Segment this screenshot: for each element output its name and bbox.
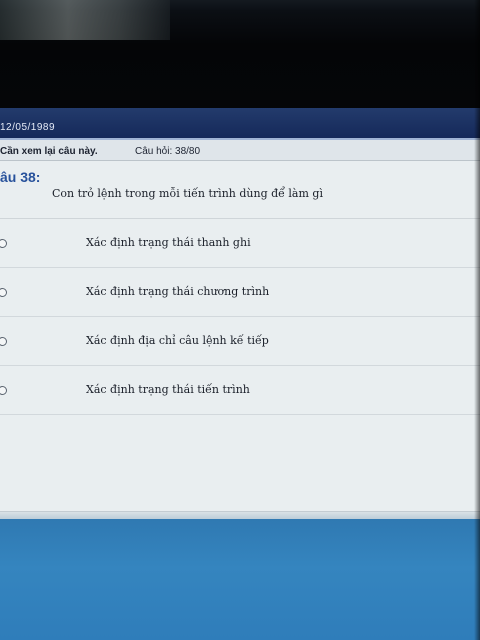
question-text: Con trỏ lệnh trong mỗi tiến trình dùng đ…: [52, 187, 323, 200]
radio-button-icon[interactable]: [0, 288, 7, 297]
answer-text[interactable]: Xác định trạng thái chương trình: [86, 285, 269, 298]
question-panel: âu 38: Con trỏ lệnh trong mỗi tiến trình…: [0, 161, 480, 511]
radio-button-icon[interactable]: [0, 337, 7, 346]
answer-text[interactable]: Xác định trạng thái tiến trình: [86, 383, 250, 396]
monitor-right-bezel: [474, 0, 480, 640]
question-number: âu 38:: [0, 169, 41, 185]
radio-button-icon[interactable]: [0, 239, 7, 248]
ambient-light-reflection: [0, 0, 170, 40]
answer-option-3[interactable]: Xác định địa chỉ câu lệnh kế tiếp: [0, 317, 480, 366]
info-bar: Cần xem lại câu này. Câu hỏi: 38/80: [0, 140, 480, 161]
answer-option-1[interactable]: Xác định trạng thái thanh ghi: [0, 219, 480, 268]
header-date: 12/05/1989: [0, 122, 56, 133]
radio-button-icon[interactable]: [0, 386, 7, 395]
desktop-taskbar-area: [0, 519, 480, 640]
question-counter: Câu hỏi: 38/80: [135, 146, 201, 157]
answer-option-2[interactable]: Xác định trạng thái chương trình: [0, 268, 480, 317]
monitor-top-bezel: [0, 0, 480, 110]
answer-option-4[interactable]: Xác định trạng thái tiến trình: [0, 366, 480, 415]
exam-screen: 12/05/1989 Cần xem lại câu này. Câu hỏi:…: [0, 108, 480, 640]
header-bar: 12/05/1989: [0, 108, 480, 140]
photo-frame: 12/05/1989 Cần xem lại câu này. Câu hỏi:…: [0, 0, 480, 640]
review-flag-label[interactable]: Cần xem lại câu này.: [0, 146, 98, 157]
answer-text[interactable]: Xác định trạng thái thanh ghi: [86, 236, 251, 249]
answer-text[interactable]: Xác định địa chỉ câu lệnh kế tiếp: [86, 334, 269, 347]
